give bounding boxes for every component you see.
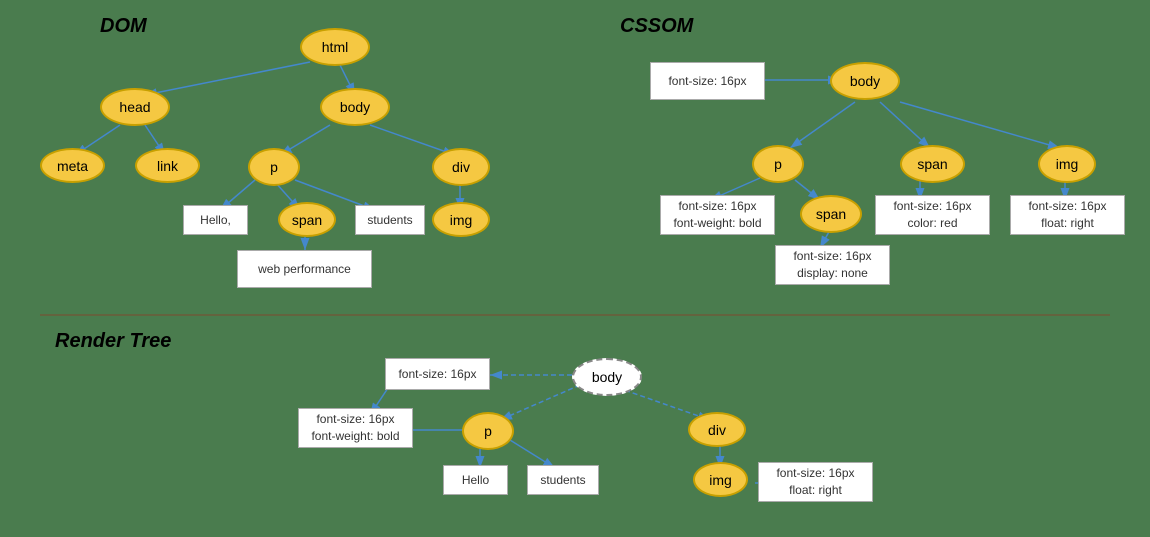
dom-span-node: span — [278, 202, 336, 237]
dom-html-node: html — [300, 28, 370, 66]
render-label: Render Tree — [55, 330, 171, 353]
render-font-p-box: font-size: 16px font-weight: bold — [298, 408, 413, 448]
cssom-p-node: p — [752, 145, 804, 183]
dom-body-node: body — [320, 88, 390, 126]
dom-link-node: link — [135, 148, 200, 183]
cssom-img-node: img — [1038, 145, 1096, 183]
cssom-label: CSSOM — [620, 15, 693, 38]
render-students-box: students — [527, 465, 599, 495]
cssom-span-inner-node: span — [800, 195, 862, 233]
cssom-font-span-box: font-size: 16px color: red — [875, 195, 990, 235]
render-fontsize-box: font-size: 16px — [385, 358, 490, 390]
cssom-font-span-inner-box: font-size: 16px display: none — [775, 245, 890, 285]
render-img-node: img — [693, 462, 748, 497]
render-p-node: p — [462, 412, 514, 450]
dom-hello-box: Hello, — [183, 205, 248, 235]
dom-label: DOM — [100, 15, 147, 38]
dom-webperf-box: web performance — [237, 250, 372, 288]
dom-img-node: img — [432, 202, 490, 237]
dom-students-box: students — [355, 205, 425, 235]
cssom-fontsize-body-box: font-size: 16px — [650, 62, 765, 100]
cssom-body-node: body — [830, 62, 900, 100]
arrows-svg — [0, 0, 1150, 537]
render-div-node: div — [688, 412, 746, 447]
render-hello-box: Hello — [443, 465, 508, 495]
dom-div-node: div — [432, 148, 490, 186]
render-body-node: body — [572, 358, 642, 396]
dom-meta-node: meta — [40, 148, 105, 183]
diagram-container: DOM html head body meta link p div Hello… — [0, 0, 1150, 537]
cssom-span-node: span — [900, 145, 965, 183]
dom-head-node: head — [100, 88, 170, 126]
dom-p-node: p — [248, 148, 300, 186]
cssom-font-img-box: font-size: 16px float: right — [1010, 195, 1125, 235]
cssom-font-p-box: font-size: 16px font-weight: bold — [660, 195, 775, 235]
render-font-img-box: font-size: 16px float: right — [758, 462, 873, 502]
